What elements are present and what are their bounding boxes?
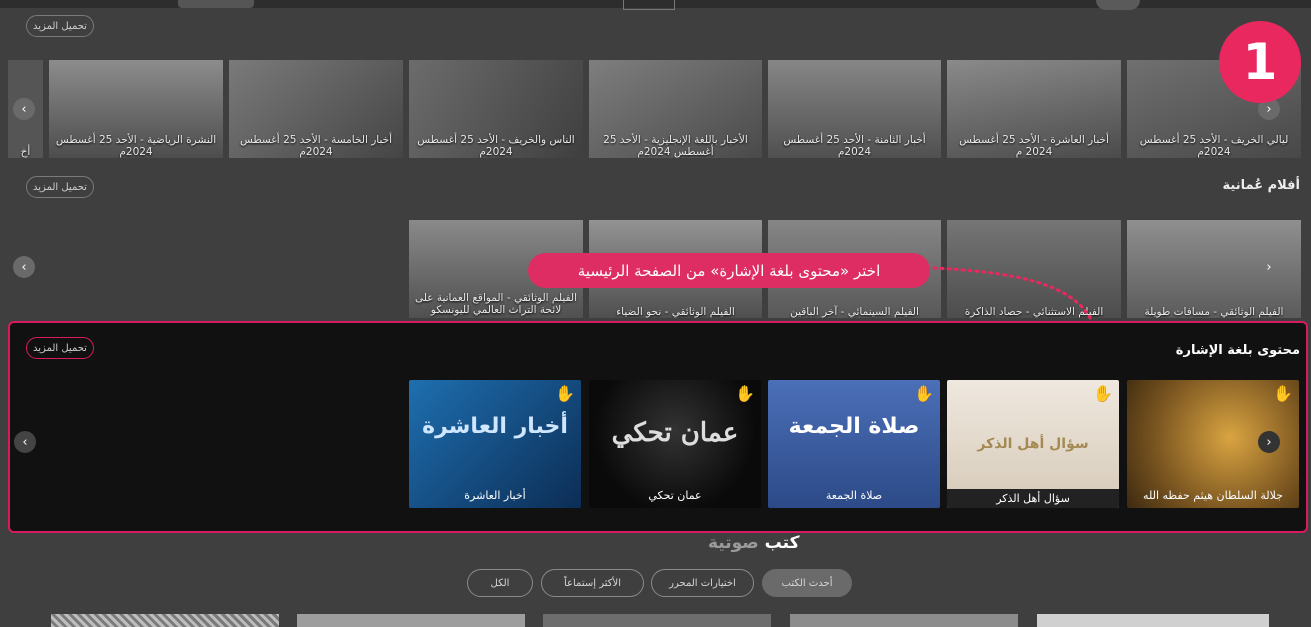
chevron-left-icon[interactable]: ‹ xyxy=(13,98,35,120)
load-more-button[interactable]: تحميل المزيد xyxy=(26,176,94,198)
card-caption: جلالة السلطان هيثم حفظه الله xyxy=(1143,489,1283,502)
audio-books-title-part1: كتب xyxy=(764,533,800,553)
card-caption: أخ xyxy=(20,146,31,158)
book-cover[interactable] xyxy=(790,614,1018,627)
card-art-title: أخبار العاشرة xyxy=(422,414,568,439)
card-caption: أخبار الثامنة - الأحد 25 أغسطس 2024م xyxy=(783,134,926,158)
filter-latest[interactable]: أحدث الكتب xyxy=(762,569,852,597)
sign-card[interactable]: ✋ أخبار العاشرة أخبار العاشرة xyxy=(409,380,581,508)
chevron-right-icon[interactable]: › xyxy=(1258,431,1280,453)
card-caption: ليالي الخريف - الأحد 25 أغسطس 2024م xyxy=(1139,134,1289,158)
top-pill[interactable] xyxy=(1096,0,1140,10)
card-caption: الفيلم الوثائقي - المواقع العمانية على ل… xyxy=(415,292,577,316)
sign-language-hand-icon: ✋ xyxy=(914,384,934,403)
sign-card[interactable]: ✋ عمان تحكي عمان تحكي xyxy=(589,380,761,508)
card-caption: أخبار العاشرة xyxy=(464,489,526,502)
card-caption: سؤال أهل الذكر xyxy=(947,489,1119,508)
card-caption: الأخبار باللغة الإنجليزية - الأحد 25 أغس… xyxy=(603,134,748,158)
news-card[interactable]: النشرة الرياضية - الأحد 25 أغسطس 2024م xyxy=(49,60,223,158)
chevron-left-icon[interactable]: ‹ xyxy=(14,431,36,453)
news-card[interactable]: أخبار الثامنة - الأحد 25 أغسطس 2024م xyxy=(768,60,941,158)
news-card[interactable]: الأخبار باللغة الإنجليزية - الأحد 25 أغس… xyxy=(589,60,762,158)
instruction-tooltip: اختر «محتوى بلغة الإشارة» من الصفحة الرئ… xyxy=(528,253,930,288)
book-cover[interactable] xyxy=(51,614,279,627)
card-caption: النشرة الرياضية - الأحد 25 أغسطس 2024م xyxy=(55,134,217,158)
card-caption: الفيلم الوثائقي - مسافات طويلة xyxy=(1144,306,1284,318)
audio-books-title: كتب صوتية xyxy=(708,533,799,553)
book-cover[interactable] xyxy=(543,614,771,627)
step-number-badge: 1 xyxy=(1219,21,1301,103)
card-caption: الناس والخريف - الأحد 25 أغسطس 2024م xyxy=(417,134,575,158)
news-card[interactable]: أخبار الخامسة - الأحد 25 أغسطس 2024م xyxy=(229,60,403,158)
load-more-button[interactable]: تحميل المزيد xyxy=(26,337,94,359)
card-caption: الفيلم الوثائقي - نحو الضياء xyxy=(616,306,735,318)
sign-language-hand-icon: ✋ xyxy=(1273,384,1293,403)
card-caption: الفيلم السينمائي - آخر الباقين xyxy=(790,306,919,318)
filter-most-listened[interactable]: الأكثر إستماعاً xyxy=(541,569,644,597)
card-art-title: سؤال أهل الذكر xyxy=(977,436,1089,452)
filter-all[interactable]: الكل xyxy=(467,569,533,597)
top-tab[interactable] xyxy=(623,0,675,10)
card-art-title: صلاة الجمعة xyxy=(788,414,920,439)
news-card[interactable]: الناس والخريف - الأحد 25 أغسطس 2024م xyxy=(409,60,583,158)
sign-card[interactable]: ✋ صلاة الجمعة صلاة الجمعة xyxy=(768,380,940,508)
dotted-connector xyxy=(932,266,1092,320)
card-caption: أخبار الخامسة - الأحد 25 أغسطس 2024م xyxy=(239,134,393,158)
book-cover[interactable] xyxy=(297,614,525,627)
filter-editor-picks[interactable]: اختيارات المحرر xyxy=(651,569,754,597)
book-cover[interactable] xyxy=(1037,614,1269,627)
card-art-title: عمان تحكي xyxy=(611,418,739,448)
sign-language-hand-icon: ✋ xyxy=(555,384,575,403)
top-tab[interactable] xyxy=(178,0,254,8)
sign-row-title: محتوى بلغة الإشارة xyxy=(1175,343,1300,358)
chevron-left-icon[interactable]: ‹ xyxy=(13,256,35,278)
audio-books-title-part2: صوتية xyxy=(708,533,759,553)
films-row-title: أفلام عُمانية xyxy=(1222,178,1300,193)
news-card[interactable]: أخبار العاشرة - الأحد 25 أغسطس 2024 م xyxy=(947,60,1121,158)
card-caption: صلاة الجمعة xyxy=(825,489,883,502)
card-caption: عمان تحكي xyxy=(648,489,702,502)
card-caption: أخبار العاشرة - الأحد 25 أغسطس 2024 م xyxy=(959,134,1109,158)
chevron-right-icon[interactable]: › xyxy=(1258,256,1280,278)
load-more-button[interactable]: تحميل المزيد xyxy=(26,15,94,37)
sign-language-hand-icon: ✋ xyxy=(735,384,755,403)
sign-language-hand-icon: ✋ xyxy=(1093,384,1113,403)
sign-card[interactable]: ✋ سؤال أهل الذكر سؤال أهل الذكر xyxy=(947,380,1119,508)
